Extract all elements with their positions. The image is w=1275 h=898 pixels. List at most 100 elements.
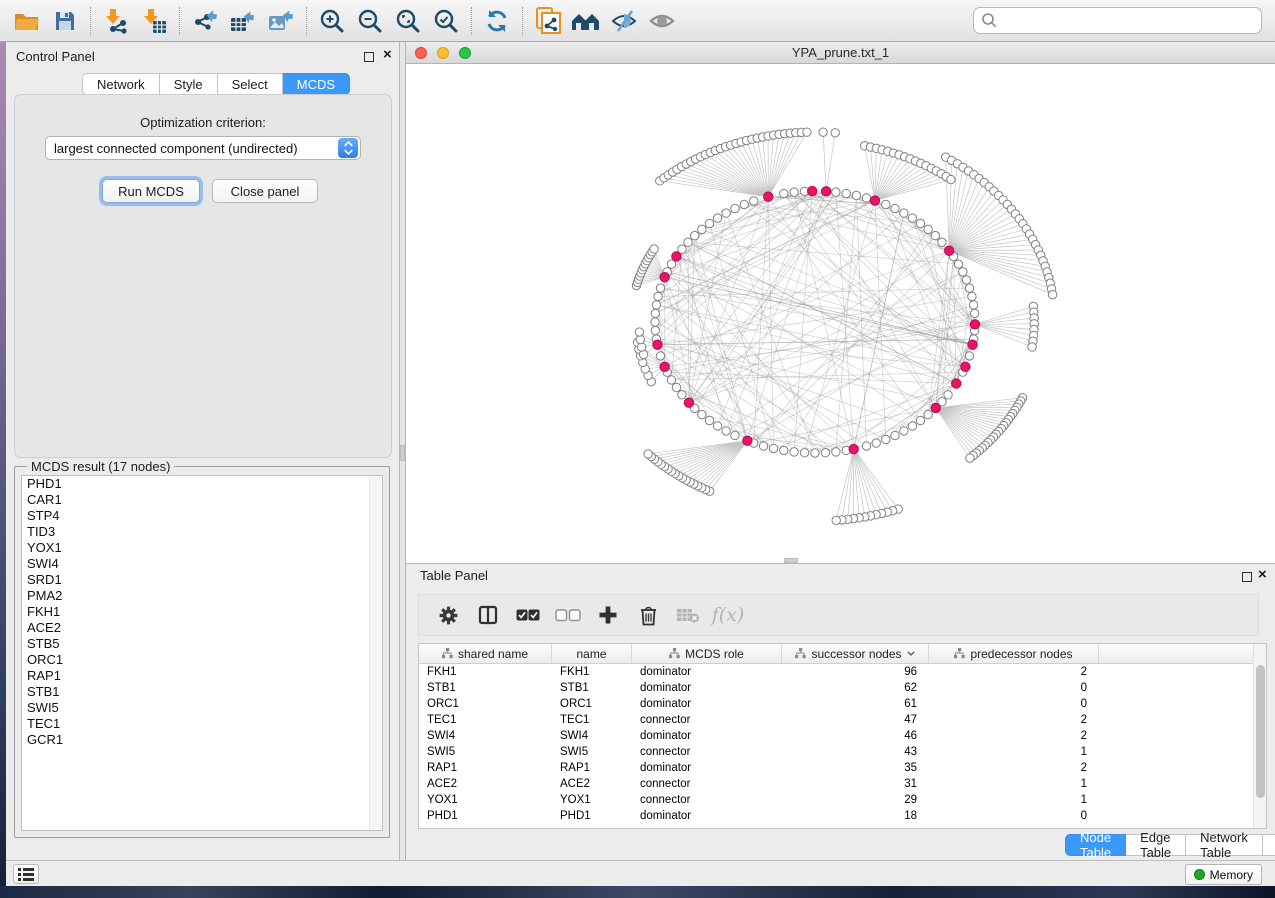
tab-edge-table[interactable]: Edge Table [1126, 834, 1186, 856]
network-leaf-node[interactable] [947, 175, 955, 183]
network-node[interactable] [811, 449, 819, 457]
network-node[interactable] [731, 204, 739, 212]
network-node[interactable] [750, 197, 758, 205]
result-list-item[interactable]: PMA2 [22, 588, 382, 604]
network-node[interactable] [954, 260, 962, 268]
network-node[interactable] [672, 383, 680, 391]
network-node[interactable] [800, 449, 808, 457]
result-list-item[interactable]: GCR1 [22, 732, 382, 748]
export-image-icon[interactable] [262, 4, 300, 38]
network-node[interactable] [862, 194, 870, 202]
network-node[interactable] [656, 352, 664, 360]
tab-style[interactable]: Style [160, 73, 218, 95]
result-list-item[interactable]: RAP1 [22, 668, 382, 684]
network-node[interactable] [924, 410, 932, 418]
network-node[interactable] [900, 427, 908, 435]
network-node[interactable] [965, 352, 973, 360]
network-node[interactable] [900, 209, 908, 217]
export-network-icon[interactable] [186, 4, 224, 38]
table-close-icon[interactable]: × [1258, 566, 1267, 584]
network-leaf-node[interactable] [819, 128, 827, 136]
network-leaf-node[interactable] [637, 343, 645, 351]
network-node[interactable] [656, 284, 664, 292]
column-header-MCDS-role[interactable]: MCDS role [632, 644, 782, 663]
network-hub-node[interactable] [660, 362, 669, 371]
network-node[interactable] [965, 284, 973, 292]
result-list-item[interactable]: STB5 [22, 636, 382, 652]
table-row[interactable]: TEC1TEC1connector472 [419, 712, 1253, 728]
search-box[interactable] [973, 7, 1262, 34]
delete-column-icon[interactable] [635, 602, 661, 628]
network-node[interactable] [916, 416, 924, 424]
network-hub-node[interactable] [764, 192, 773, 201]
network-node[interactable] [678, 391, 686, 399]
network-leaf-node[interactable] [1028, 343, 1036, 351]
show-graphics-details-icon[interactable] [643, 4, 681, 38]
network-node[interactable] [908, 422, 916, 430]
network-overview-icon[interactable] [567, 4, 605, 38]
network-node[interactable] [698, 225, 706, 233]
column-layout-icon[interactable] [475, 602, 501, 628]
task-history-button[interactable] [13, 864, 39, 884]
tab-mcds[interactable]: MCDS [283, 73, 350, 95]
result-list-scrollbar[interactable] [369, 477, 381, 829]
network-node[interactable] [790, 448, 798, 456]
network-node[interactable] [713, 214, 721, 222]
network-node[interactable] [969, 301, 977, 309]
open-folder-icon[interactable] [8, 4, 46, 38]
mcds-result-list[interactable]: PHD1CAR1STP4TID3YOX1SWI4SRD1PMA2FKH1ACE2… [21, 475, 383, 831]
zoom-selected-icon[interactable] [427, 4, 465, 38]
deselect-all-checkboxes-icon[interactable] [555, 602, 581, 628]
network-node[interactable] [651, 309, 659, 317]
network-node[interactable] [705, 219, 713, 227]
export-table-icon[interactable] [224, 4, 262, 38]
network-node[interactable] [862, 442, 870, 450]
network-hub-node[interactable] [672, 252, 681, 261]
network-node[interactable] [759, 442, 767, 450]
network-canvas[interactable] [406, 64, 1275, 563]
result-list-item[interactable]: PHD1 [22, 476, 382, 492]
network-node[interactable] [891, 204, 899, 212]
network-leaf-node[interactable] [644, 450, 652, 458]
network-hub-node[interactable] [684, 398, 693, 407]
network-leaf-node[interactable] [832, 516, 840, 524]
network-hub-node[interactable] [660, 272, 669, 281]
network-node[interactable] [740, 200, 748, 208]
tab-node-table[interactable]: Node Table [1065, 834, 1126, 856]
result-list-item[interactable]: SRD1 [22, 572, 382, 588]
table-float-icon[interactable] [1242, 572, 1252, 582]
result-list-item[interactable]: CAR1 [22, 492, 382, 508]
apply-layout-icon[interactable] [478, 4, 516, 38]
network-node[interactable] [916, 219, 924, 227]
network-node[interactable] [931, 231, 939, 239]
network-node[interactable] [962, 276, 970, 284]
network-leaf-node[interactable] [635, 328, 643, 336]
network-leaf-node[interactable] [966, 454, 974, 462]
network-hub-node[interactable] [970, 320, 979, 329]
tab-select[interactable]: Select [218, 73, 283, 95]
table-row[interactable]: SWI4SWI4dominator462 [419, 728, 1253, 744]
network-node[interactable] [908, 214, 916, 222]
result-list-item[interactable]: ACE2 [22, 620, 382, 636]
zoom-in-icon[interactable] [313, 4, 351, 38]
network-node[interactable] [705, 416, 713, 424]
zoom-out-icon[interactable] [351, 4, 389, 38]
network-leaf-node[interactable] [803, 128, 811, 136]
network-leaf-node[interactable] [650, 245, 658, 253]
column-header-successor-nodes[interactable]: successor nodes [782, 644, 929, 663]
network-leaf-node[interactable] [831, 129, 839, 137]
network-node[interactable] [780, 446, 788, 454]
column-header-shared-name[interactable]: shared name [419, 644, 552, 663]
network-node[interactable] [698, 410, 706, 418]
network-node[interactable] [652, 301, 660, 309]
import-network-icon[interactable] [97, 4, 135, 38]
network-node[interactable] [882, 435, 890, 443]
network-node[interactable] [842, 189, 850, 197]
network-node[interactable] [731, 431, 739, 439]
network-hub-node[interactable] [653, 340, 662, 349]
table-settings-icon[interactable] [435, 602, 461, 628]
delete-table-icon[interactable] [675, 602, 701, 628]
network-node[interactable] [938, 238, 946, 246]
network-node[interactable] [832, 448, 840, 456]
result-list-item[interactable]: STP4 [22, 508, 382, 524]
